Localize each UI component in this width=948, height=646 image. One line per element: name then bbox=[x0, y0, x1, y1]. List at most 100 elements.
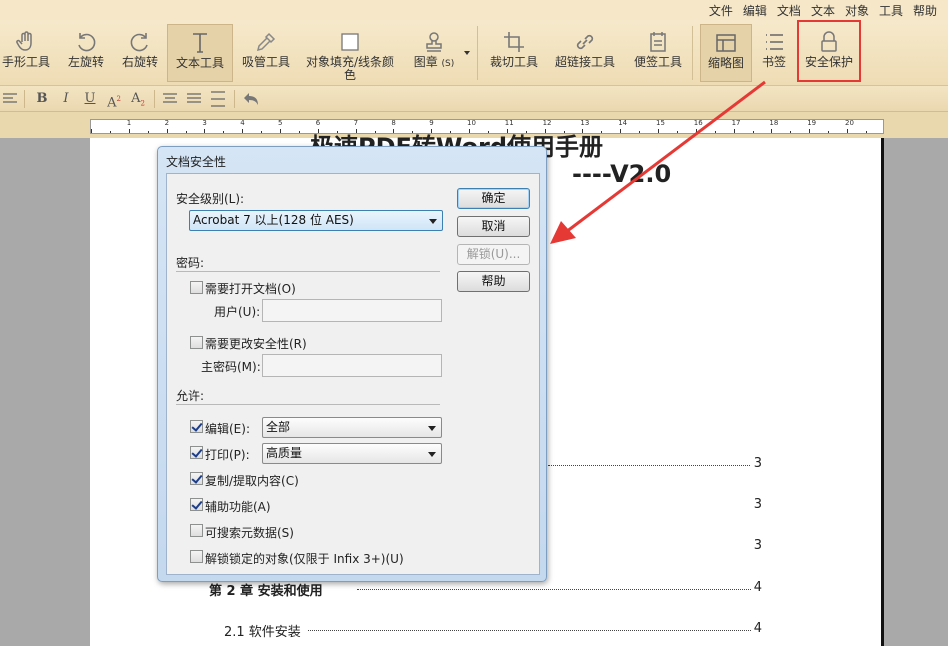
dialog-body: 安全级别(L): Acrobat 7 以上(128 位 AES) 密码: 需要打… bbox=[166, 173, 540, 575]
stamp-dropdown-button[interactable] bbox=[461, 24, 473, 82]
ruler-tick bbox=[847, 129, 848, 133]
menu-tools[interactable]: 工具 bbox=[874, 2, 908, 19]
unlock-objects-checkbox[interactable] bbox=[190, 550, 203, 563]
unlock-button[interactable]: 解锁(U)... bbox=[457, 244, 530, 265]
ruler-tick bbox=[298, 131, 300, 133]
crop-tool-button[interactable]: 裁切工具 bbox=[486, 24, 542, 82]
stamp-tool-button[interactable]: 图章 (S) bbox=[408, 24, 460, 82]
subscript-button[interactable]: A2 bbox=[128, 89, 148, 109]
crop-icon bbox=[504, 32, 524, 52]
align-center-icon[interactable] bbox=[162, 92, 178, 106]
undo-icon[interactable] bbox=[241, 91, 259, 107]
color-square-icon bbox=[341, 33, 359, 51]
security-level-select[interactable]: Acrobat 7 以上(128 位 AES) bbox=[189, 210, 443, 231]
bookmark-list-icon bbox=[766, 34, 783, 50]
ruler-tick bbox=[790, 131, 792, 133]
ruler-tick bbox=[223, 131, 225, 133]
ruler-number: 20 bbox=[845, 119, 854, 127]
security-level-label: 安全级别(L): bbox=[176, 192, 245, 206]
menu-help[interactable]: 帮助 bbox=[908, 2, 942, 19]
lock-icon bbox=[821, 31, 837, 52]
ruler-number: 3 bbox=[202, 119, 207, 127]
menu-file[interactable]: 文件 bbox=[704, 2, 738, 19]
hyperlink-label: 超链接工具 bbox=[554, 55, 615, 69]
align-left-icon[interactable] bbox=[2, 92, 18, 106]
ruler-tick bbox=[109, 131, 111, 133]
ok-button[interactable]: 确定 bbox=[457, 188, 530, 209]
rotate-right-button[interactable]: 右旋转 bbox=[116, 24, 164, 82]
ruler-number: 1 bbox=[126, 119, 132, 127]
menu-text[interactable]: 文本 bbox=[806, 2, 840, 19]
searchable-metadata-checkbox[interactable] bbox=[190, 524, 203, 537]
toc-row-text: 2.1 软件安装 bbox=[224, 625, 301, 640]
require-change-checkbox[interactable] bbox=[190, 336, 203, 349]
user-password-input[interactable] bbox=[262, 299, 442, 322]
toc-row: 3 bbox=[753, 497, 762, 512]
stamp-label: 图章 (S) bbox=[413, 55, 455, 70]
security-protect-button[interactable]: 安全保护 bbox=[797, 20, 861, 82]
superscript-button[interactable]: A2 bbox=[104, 89, 124, 110]
format-toolbar: B I U A2 A2 bbox=[0, 86, 948, 112]
ruler-number: 17 bbox=[731, 119, 741, 127]
menu-object[interactable]: 对象 bbox=[840, 2, 874, 19]
ruler-number: 6 bbox=[315, 119, 321, 127]
require-change-label: 需要更改安全性(R) bbox=[205, 337, 307, 351]
edit-label: 编辑(E): bbox=[205, 422, 250, 436]
toolbar-separator bbox=[477, 26, 478, 80]
print-quality-select[interactable]: 高质量 bbox=[262, 443, 442, 464]
require-open-checkbox[interactable] bbox=[190, 281, 203, 294]
help-button[interactable]: 帮助 bbox=[457, 271, 530, 292]
accessibility-checkbox[interactable] bbox=[190, 498, 203, 511]
line-spacing-icon[interactable] bbox=[210, 90, 226, 108]
print-quality-value: 高质量 bbox=[266, 446, 303, 460]
note-tool-button[interactable]: 便签工具 bbox=[630, 24, 686, 82]
menu-document[interactable]: 文档 bbox=[772, 2, 806, 19]
hyperlink-tool-button[interactable]: 超链接工具 bbox=[552, 24, 618, 82]
rotate-left-button[interactable]: 左旋转 bbox=[62, 24, 110, 82]
ruler-tick bbox=[639, 131, 641, 133]
accessibility-label: 辅助功能(A) bbox=[205, 500, 271, 514]
edit-checkbox[interactable] bbox=[190, 420, 203, 433]
bold-button[interactable]: B bbox=[32, 89, 52, 109]
ruler-tick bbox=[809, 129, 811, 133]
ruler-tick bbox=[166, 129, 168, 133]
print-checkbox[interactable] bbox=[190, 446, 203, 459]
master-password-input[interactable] bbox=[262, 354, 442, 377]
chevron-down-icon bbox=[464, 51, 470, 55]
format-separator bbox=[234, 90, 235, 108]
searchable-metadata-label: 可搜索元数据(S) bbox=[205, 526, 294, 540]
edit-permission-select[interactable]: 全部 bbox=[262, 417, 442, 438]
stamp-icon bbox=[426, 32, 442, 52]
hand-tool-button[interactable]: 手形工具 bbox=[0, 24, 52, 82]
main-toolbar: 手形工具 左旋转 右旋转 文本工具 吸管工具 对象填充/线条颜色 图章 (S) … bbox=[0, 20, 948, 86]
password-section-label: 密码: bbox=[176, 256, 205, 270]
underline-button[interactable]: U bbox=[80, 89, 100, 109]
cancel-button[interactable]: 取消 bbox=[457, 216, 530, 237]
copy-checkbox[interactable] bbox=[190, 472, 203, 485]
fill-stroke-label: 对象填充/线条颜色 bbox=[305, 55, 395, 82]
toc-row: 第 2 章 安装和使用 4 bbox=[209, 580, 762, 599]
bookmark-button[interactable]: 书签 bbox=[756, 24, 792, 82]
toc-row-text: 第 2 章 安装和使用 bbox=[209, 584, 323, 599]
italic-button[interactable]: I bbox=[56, 89, 76, 109]
text-tool-button[interactable]: 文本工具 bbox=[167, 24, 233, 82]
rotate-left-icon bbox=[78, 33, 96, 52]
ruler-number: 13 bbox=[580, 119, 590, 127]
thumbnail-button[interactable]: 缩略图 bbox=[700, 24, 752, 82]
fill-stroke-color-button[interactable]: 对象填充/线条颜色 bbox=[300, 24, 400, 82]
security-protect-label: 安全保护 bbox=[804, 55, 853, 69]
align-justify-icon[interactable] bbox=[186, 92, 202, 106]
ruler-tick bbox=[733, 129, 735, 133]
edit-permission-value: 全部 bbox=[266, 420, 291, 434]
eyedropper-tool-button[interactable]: 吸管工具 bbox=[238, 24, 294, 82]
copy-label: 复制/提取内容(C) bbox=[205, 474, 299, 488]
menu-edit[interactable]: 编辑 bbox=[738, 2, 772, 19]
ruler-tick bbox=[128, 129, 130, 133]
section-divider bbox=[176, 404, 440, 405]
eyedropper-icon bbox=[256, 32, 276, 52]
toc-row: 3 bbox=[548, 456, 762, 474]
ruler-tick bbox=[242, 129, 244, 133]
ruler-number: 2 bbox=[164, 119, 170, 127]
menu-bar: 文件 编辑 文档 文本 对象 工具 帮助 bbox=[0, 0, 948, 20]
ruler-number: 12 bbox=[542, 119, 552, 127]
